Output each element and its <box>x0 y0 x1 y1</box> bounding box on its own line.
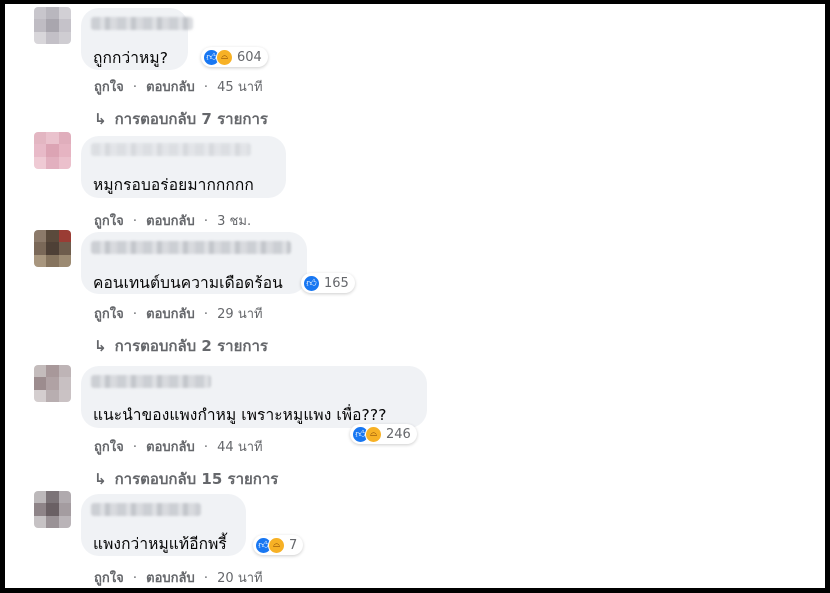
comment-bubble: ถูกกว่าหมู? <box>81 8 193 70</box>
avatar[interactable] <box>34 7 71 44</box>
comment-text: ถูกกว่าหมู? <box>93 49 169 67</box>
haha-icon: ⌓ <box>216 48 233 66</box>
timestamp[interactable]: 29 นาที <box>217 307 262 322</box>
replies-label: การตอบกลับ 2 รายการ <box>114 337 268 355</box>
avatar[interactable] <box>34 491 71 528</box>
comment-text: แนะนำของแพงกำหมู เพราะหมูแพง เพื่อ??? <box>93 406 387 424</box>
comment-actions: ถูกใจ · ตอบกลับ · 44 นาที <box>94 436 263 457</box>
reply-button[interactable]: ตอบกลับ <box>146 80 195 95</box>
separator: · <box>132 307 137 322</box>
comment-text: หมูกรอบอร่อยมากกกกก <box>93 176 254 194</box>
timestamp[interactable]: 45 นาที <box>217 80 262 95</box>
reaction-summary[interactable]: 👍︎ ⌓ 246 <box>350 424 417 444</box>
comment-bubble: คอนเทนต์บนความเดือดร้อน <box>81 232 307 294</box>
commenter-name-blurred[interactable] <box>91 241 291 254</box>
comment-bubble: หมูกรอบอร่อยมากกกกก <box>81 136 286 198</box>
reply-arrow-icon: ↳ <box>94 470 107 488</box>
replies-label: การตอบกลับ 7 รายการ <box>114 110 268 128</box>
reply-arrow-icon: ↳ <box>94 110 107 128</box>
separator: · <box>203 80 209 95</box>
comment-actions: ถูกใจ · ตอบกลับ · 45 นาที <box>94 76 263 97</box>
comment-text: แพงกว่าหมูแท้อีกพรี้ <box>93 535 227 553</box>
avatar[interactable] <box>34 365 71 402</box>
avatar[interactable] <box>34 132 71 169</box>
commenter-name-blurred[interactable] <box>91 143 251 156</box>
timestamp[interactable]: 3 ชม. <box>217 214 251 229</box>
like-button[interactable]: ถูกใจ <box>94 214 124 229</box>
commenter-name-blurred[interactable] <box>91 375 211 388</box>
reply-button[interactable]: ตอบกลับ <box>146 214 195 229</box>
reply-button[interactable]: ตอบกลับ <box>146 440 195 455</box>
separator: · <box>203 307 209 322</box>
reaction-count: 165 <box>324 275 349 291</box>
haha-icon: ⌓ <box>365 425 382 443</box>
reply-button[interactable]: ตอบกลับ <box>146 307 195 322</box>
view-replies-link[interactable]: ↳ การตอบกลับ 15 รายการ <box>94 467 278 491</box>
comment-actions: ถูกใจ · ตอบกลับ · 29 นาที <box>94 303 263 324</box>
reply-arrow-icon: ↳ <box>94 337 107 355</box>
separator: · <box>203 571 209 586</box>
reaction-summary[interactable]: 👍︎ 165 <box>301 273 355 293</box>
reaction-summary[interactable]: 👍︎ ⌓ 7 <box>253 535 304 555</box>
comment-text: คอนเทนต์บนความเดือดร้อน <box>93 274 283 292</box>
reaction-count: 604 <box>237 49 262 65</box>
commenter-name-blurred[interactable] <box>91 503 201 516</box>
separator: · <box>132 214 137 229</box>
like-icon: 👍︎ <box>303 274 320 292</box>
separator: · <box>132 571 137 586</box>
view-replies-link[interactable]: ↳ การตอบกลับ 7 รายการ <box>94 107 268 131</box>
like-button[interactable]: ถูกใจ <box>94 307 124 322</box>
view-replies-link[interactable]: ↳ การตอบกลับ 2 รายการ <box>94 334 268 358</box>
separator: · <box>203 440 209 455</box>
comment-thread: ถูกกว่าหมู? 👍︎ ⌓ 604 ถูกใจ · ตอบกลับ · 4… <box>5 4 825 588</box>
separator: · <box>132 80 137 95</box>
avatar[interactable] <box>34 230 71 267</box>
like-button[interactable]: ถูกใจ <box>94 571 124 586</box>
like-button[interactable]: ถูกใจ <box>94 80 124 95</box>
reaction-count: 7 <box>289 537 298 553</box>
timestamp[interactable]: 44 นาที <box>217 440 262 455</box>
reply-button[interactable]: ตอบกลับ <box>146 571 195 586</box>
replies-label: การตอบกลับ 15 รายการ <box>114 470 279 488</box>
comment-bubble: แนะนำของแพงกำหมู เพราะหมูแพง เพื่อ??? <box>81 366 427 428</box>
haha-icon: ⌓ <box>268 536 285 554</box>
commenter-name-blurred[interactable] <box>91 17 193 30</box>
comment-actions: ถูกใจ · ตอบกลับ · 20 นาที <box>94 567 263 588</box>
comment-bubble: แพงกว่าหมูแท้อีกพรี้ <box>81 494 246 556</box>
separator: · <box>203 214 209 229</box>
reaction-count: 246 <box>386 426 411 442</box>
reaction-summary[interactable]: 👍︎ ⌓ 604 <box>201 47 268 67</box>
separator: · <box>132 440 137 455</box>
like-button[interactable]: ถูกใจ <box>94 440 124 455</box>
comment-actions: ถูกใจ · ตอบกลับ · 3 ชม. <box>94 210 251 231</box>
timestamp[interactable]: 20 นาที <box>217 571 262 586</box>
